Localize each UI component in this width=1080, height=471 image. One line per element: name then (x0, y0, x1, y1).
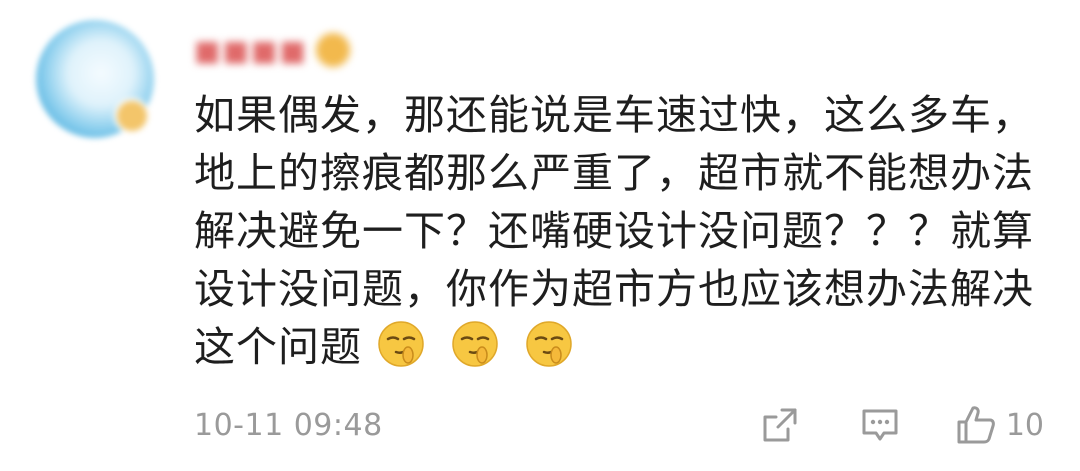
comment-line: 这个问题 (194, 323, 362, 371)
shush-face-emoji (526, 321, 572, 367)
username-blurred[interactable]: ■■■■ (194, 30, 350, 70)
verified-badge-icon (114, 98, 150, 134)
comment-timestamp: 10-11 09:48 (194, 407, 383, 443)
thumbs-up-icon (957, 406, 995, 444)
share-button[interactable] (760, 405, 800, 445)
comment-line: 地上的擦痕都那么严重了，超市就不能想办法 (194, 149, 1034, 197)
emoji-group (362, 321, 584, 371)
comment-actions: 10 (760, 403, 1044, 447)
level-badge-icon (315, 33, 350, 67)
like-button[interactable]: 10 (954, 403, 1044, 447)
share-icon (763, 408, 797, 442)
reply-button[interactable] (860, 405, 900, 445)
comment-icon (862, 409, 898, 441)
comment-last-line: 这个问题 (194, 318, 1054, 376)
comment-line: 解决避免一下？还嘴硬设计没问题？？？就算 (194, 207, 1034, 255)
comment-text: 如果偶发，那还能说是车速过快，这么多车， 地上的擦痕都那么严重了，超市就不能想办… (194, 86, 1054, 376)
shush-face-emoji (452, 321, 498, 367)
comment-line: 如果偶发，那还能说是车速过快，这么多车， (194, 91, 1034, 139)
avatar[interactable] (36, 20, 154, 138)
comment-footer: 10-11 09:48 10 (194, 402, 1044, 448)
comment-line: 设计没问题，你作为超市方也应该想办法解决 (194, 265, 1034, 313)
shush-face-emoji (378, 321, 424, 367)
like-count: 10 (1005, 407, 1044, 443)
username-text-blurred: ■■■■ (194, 33, 308, 67)
